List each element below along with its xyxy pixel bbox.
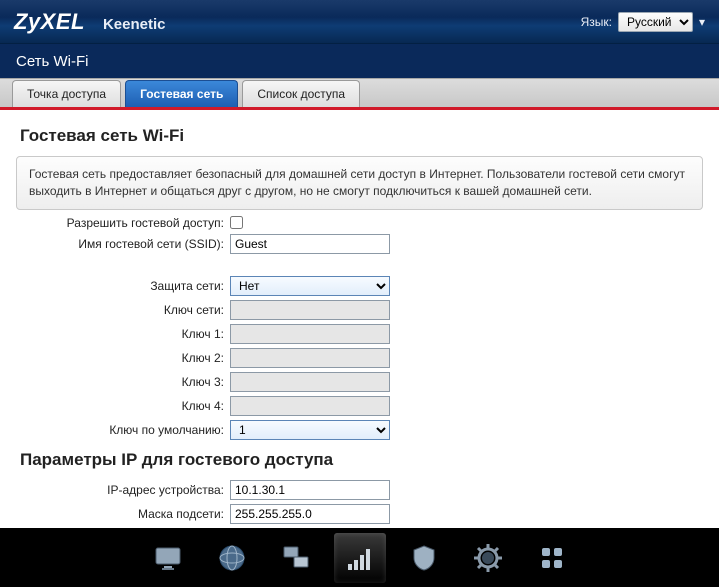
nav-shield-icon[interactable] [398, 533, 450, 583]
guest-heading: Гостевая сеть Wi-Fi [20, 126, 703, 146]
ip-heading: Параметры IP для гостевого доступа [20, 450, 703, 470]
guest-info: Гостевая сеть предоставляет безопасный д… [16, 156, 703, 210]
nav-monitor-icon[interactable] [142, 533, 194, 583]
security-select[interactable]: Нет [230, 276, 390, 296]
nav-gear-icon[interactable] [462, 533, 514, 583]
product-name: Keenetic [103, 16, 166, 33]
nav-globe-icon[interactable] [206, 533, 258, 583]
key4-input [230, 396, 390, 416]
nav-lan-icon[interactable] [270, 533, 322, 583]
allow-guest-checkbox[interactable] [230, 216, 243, 229]
key2-label: Ключ 2: [16, 351, 230, 365]
page-title: Сеть Wi-Fi [16, 53, 89, 70]
tab-access-point[interactable]: Точка доступа [12, 80, 121, 107]
key1-input [230, 324, 390, 344]
chevron-down-icon: ▾ [699, 15, 705, 29]
mask-input[interactable] [230, 504, 390, 524]
key-input [230, 300, 390, 320]
ssid-input[interactable] [230, 234, 390, 254]
key1-label: Ключ 1: [16, 327, 230, 341]
top-bar: ZyXEL Keenetic Язык: Русский ▾ [0, 0, 719, 44]
brand: ZyXEL Keenetic [14, 9, 166, 35]
page-title-bar: Сеть Wi-Fi [0, 44, 719, 78]
logo: ZyXEL [14, 9, 85, 35]
language-select[interactable]: Русский [618, 12, 693, 32]
tabs: Точка доступа Гостевая сеть Список досту… [0, 78, 719, 110]
language-label: Язык: [581, 15, 612, 29]
key4-label: Ключ 4: [16, 399, 230, 413]
bottom-nav [0, 528, 719, 587]
device-ip-label: IP-адрес устройства: [16, 483, 230, 497]
tab-access-list[interactable]: Список доступа [242, 80, 360, 107]
defkey-label: Ключ по умолчанию: [16, 423, 230, 437]
device-ip-input[interactable] [230, 480, 390, 500]
key3-label: Ключ 3: [16, 375, 230, 389]
key-label: Ключ сети: [16, 303, 230, 317]
mask-label: Маска подсети: [16, 507, 230, 521]
key2-input [230, 348, 390, 368]
defkey-select[interactable]: 1 [230, 420, 390, 440]
content-area: Гостевая сеть Wi-Fi Гостевая сеть предос… [0, 110, 719, 527]
language-selector: Язык: Русский ▾ [581, 12, 705, 32]
ssid-label: Имя гостевой сети (SSID): [16, 237, 230, 251]
nav-wifi-icon[interactable] [334, 533, 386, 583]
key3-input [230, 372, 390, 392]
security-label: Защита сети: [16, 279, 230, 293]
tab-guest-network[interactable]: Гостевая сеть [125, 80, 238, 107]
allow-label: Разрешить гостевой доступ: [16, 216, 230, 230]
nav-apps-icon[interactable] [526, 533, 578, 583]
